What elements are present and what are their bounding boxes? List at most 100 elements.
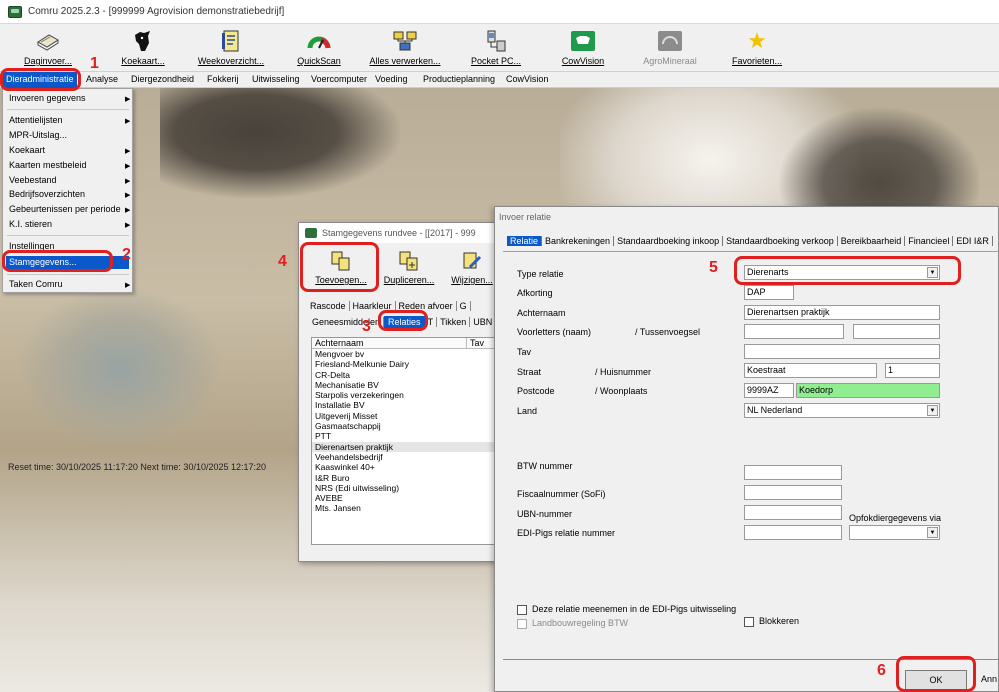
menu-item-koekaart[interactable]: Koekaart xyxy=(9,145,45,155)
list-item[interactable]: Uitgeverij Misset xyxy=(312,411,496,421)
land-select[interactable]: NL Nederland ▼ xyxy=(744,403,940,418)
cowvision-button[interactable]: CowVision xyxy=(543,28,623,70)
tab-rascode[interactable]: Rascode xyxy=(307,301,350,311)
annotation-number-3: 3 xyxy=(362,318,371,335)
list-item[interactable]: Mengvoer bv xyxy=(312,349,496,359)
voorletters-field[interactable] xyxy=(744,324,844,339)
label-type-relatie: Type relatie xyxy=(517,269,564,279)
list-item[interactable]: CR-Delta xyxy=(312,370,496,380)
list-item[interactable]: Mts. Jansen xyxy=(312,503,496,513)
tab-edi-ir[interactable]: EDI I&R xyxy=(953,236,993,246)
tav-field[interactable] xyxy=(744,344,940,359)
menu-diergezondheid[interactable]: Diergezondheid xyxy=(131,74,194,84)
afkorting-field[interactable]: DAP xyxy=(744,285,794,300)
annotation-number-4: 4 xyxy=(278,253,287,270)
woonplaats-field[interactable]: Koedorp xyxy=(796,383,940,398)
cow-head-icon xyxy=(129,28,157,54)
list-item[interactable]: Kaaswinkel 40+ xyxy=(312,462,496,472)
pocket-pc-button[interactable]: Pocket PC... xyxy=(456,28,536,70)
label-btw: BTW nummer xyxy=(517,461,573,471)
menu-bar: Dieradministratie Analyse Diergezondheid… xyxy=(0,72,999,88)
opfok-select[interactable]: ▼ xyxy=(849,525,940,540)
invoer-relatie-title: Invoer relatie xyxy=(499,212,552,222)
chevron-down-icon: ▼ xyxy=(927,527,938,538)
list-item[interactable]: Friesland-Melkunie Dairy xyxy=(312,359,496,369)
menu-item-bedrijfsoverzichten[interactable]: Bedrijfsoverzichten xyxy=(9,189,85,199)
weekoverzicht-button[interactable]: Weekoverzicht... xyxy=(191,28,271,70)
huisnummer-field[interactable]: 1 xyxy=(885,363,940,378)
tab-divider xyxy=(503,251,999,252)
blokkeren-checkbox[interactable] xyxy=(744,617,754,627)
tab-bereikbaarheid[interactable]: Bereikbaarheid xyxy=(838,236,906,246)
tab-bankrekeningen[interactable]: Bankrekeningen xyxy=(542,236,615,246)
edi-pigs-field[interactable] xyxy=(744,525,842,540)
menu-analyse[interactable]: Analyse xyxy=(86,74,118,84)
ubn-field[interactable] xyxy=(744,505,842,520)
menu-item-invoeren-gegevens[interactable]: Invoeren gegevens xyxy=(9,93,86,103)
menu-cowvision[interactable]: CowVision xyxy=(506,74,548,84)
column-tav[interactable]: Tav xyxy=(467,338,484,348)
alles-verwerken-button[interactable]: Alles verwerken... xyxy=(365,28,445,70)
list-item-selected[interactable]: Dierenartsen praktijk xyxy=(312,441,496,452)
list-item[interactable]: Gasmaatschappij xyxy=(312,421,496,431)
menu-item-mpr-uitslag[interactable]: MPR-Uitslag... xyxy=(9,130,67,140)
list-item[interactable]: Starpolis verzekeringen xyxy=(312,390,496,400)
tab-relatie[interactable]: Relatie xyxy=(507,236,543,246)
daginvoer-button[interactable]: Daginvoer... xyxy=(8,28,88,70)
label-opfok: Opfokdiergegevens via xyxy=(849,513,942,523)
tab-geneesmiddelen[interactable]: Geneesmiddelen xyxy=(309,317,385,327)
label-blokkeren: Blokkeren xyxy=(759,616,800,626)
landbouwregeling-checkbox[interactable] xyxy=(517,619,527,629)
menu-fokkerij[interactable]: Fokkerij xyxy=(207,74,239,84)
tab-g[interactable]: G xyxy=(457,301,471,311)
menu-item-ki-stieren[interactable]: K.I. stieren xyxy=(9,219,52,229)
favorieten-button[interactable]: ★ Favorieten... xyxy=(717,28,797,70)
tab-ubn[interactable]: UBN xyxy=(470,317,497,327)
tussenvoegsel-field[interactable] xyxy=(853,324,940,339)
menu-voercomputer[interactable]: Voercomputer xyxy=(311,74,367,84)
list-item[interactable]: Installatie BV xyxy=(312,400,496,410)
list-item[interactable]: PTT xyxy=(312,431,496,441)
tab-tikken[interactable]: Tikken xyxy=(437,317,471,327)
notebook-icon xyxy=(34,28,62,54)
tab-financieel[interactable]: Financieel xyxy=(905,236,954,246)
menu-productieplanning[interactable]: Productieplanning xyxy=(423,74,495,84)
menu-item-gebeurtenissen[interactable]: Gebeurtenissen per periode xyxy=(9,204,121,214)
agromineraal-button[interactable]: AgroMineraal xyxy=(630,28,710,70)
submenu-arrow-icon: ▶ xyxy=(125,148,131,155)
list-item[interactable]: AVEBE xyxy=(312,493,496,503)
label-achternaam: Achternaam xyxy=(517,308,566,318)
menu-voeding[interactable]: Voeding xyxy=(375,74,408,84)
annotation-box-4 xyxy=(300,242,379,292)
submenu-arrow-icon: ▶ xyxy=(125,207,131,214)
menu-item-taken-comru[interactable]: Taken Comru xyxy=(9,279,63,289)
dupliceren-button[interactable]: Dupliceren... xyxy=(381,247,437,291)
tab-standaardboeking-verkoop[interactable]: Standaardboeking verkoop xyxy=(723,236,838,246)
annuleren-button[interactable]: Ann xyxy=(981,674,997,684)
menu-item-kaarten-mestbeleid[interactable]: Kaarten mestbeleid xyxy=(9,160,87,170)
label-edi-pigs: EDI-Pigs relatie nummer xyxy=(517,528,616,538)
postcode-field[interactable]: 9999AZ xyxy=(744,383,794,398)
annotation-number-6: 6 xyxy=(877,662,886,679)
label-landbouwregeling: Landbouwregeling BTW xyxy=(532,618,629,628)
tab-standaardboeking-inkoop[interactable]: Standaardboeking inkoop xyxy=(614,236,724,246)
window-title: Comru 2025.2.3 - [999999 Agrovision demo… xyxy=(28,6,285,17)
achternaam-field[interactable]: Dierenartsen praktijk xyxy=(744,305,940,320)
koekaart-button[interactable]: Koekaart... xyxy=(103,28,183,70)
wijzigen-button[interactable]: Wijzigen... xyxy=(444,247,500,291)
list-item[interactable]: I&R Buro xyxy=(312,473,496,483)
menu-uitwisseling[interactable]: Uitwisseling xyxy=(252,74,300,84)
fiscaal-field[interactable] xyxy=(744,485,842,500)
edi-pigs-checkbox[interactable] xyxy=(517,605,527,615)
column-achternaam[interactable]: Achternaam xyxy=(312,338,467,348)
list-item[interactable]: Veehandelsbedrijf xyxy=(312,452,496,462)
btw-field[interactable] xyxy=(744,465,842,480)
straat-field[interactable]: Koestraat xyxy=(744,363,877,378)
quickscan-button[interactable]: QuickScan xyxy=(279,28,359,70)
list-item[interactable]: NRS (Edi uitwisseling) xyxy=(312,483,496,493)
list-item[interactable]: Mechanisatie BV xyxy=(312,380,496,390)
annotation-box-2 xyxy=(2,250,113,272)
menu-item-veebestand[interactable]: Veebestand xyxy=(9,175,57,185)
label-postcode: Postcode xyxy=(517,386,555,396)
menu-item-attentielijsten[interactable]: Attentielijsten xyxy=(9,115,63,125)
